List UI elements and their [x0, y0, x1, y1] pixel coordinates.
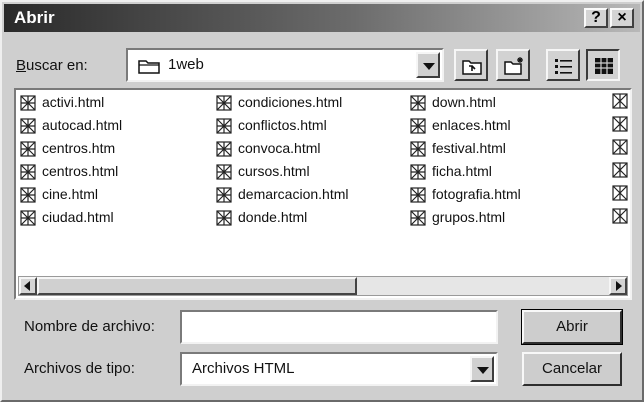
- file-column-4-cropped: [612, 90, 630, 280]
- file-name: ficha.html: [432, 163, 492, 179]
- html-file-icon: [20, 118, 36, 134]
- html-file-icon: [20, 95, 36, 111]
- look-in-combobox[interactable]: 1web: [126, 48, 444, 82]
- scroll-right-button[interactable]: [609, 277, 627, 295]
- file-list[interactable]: activi.html autocad.html centros.htm centro…: [14, 88, 632, 300]
- file-name: condiciones.html: [238, 94, 343, 110]
- filetype-label: Archivos de tipo:: [24, 360, 135, 377]
- html-file-icon: [20, 164, 36, 180]
- file-name: fotografia.html: [432, 186, 521, 202]
- html-file-icon: [410, 187, 426, 203]
- look-in-value: 1web: [168, 56, 204, 73]
- cancel-button[interactable]: Cancelar: [522, 352, 622, 386]
- file-name: activi.html: [42, 94, 105, 110]
- close-button[interactable]: ×: [610, 8, 634, 28]
- window-title: Abrir: [14, 8, 55, 27]
- file-name: centros.html: [42, 163, 119, 179]
- list-view-icon: [555, 59, 572, 74]
- up-one-level-button[interactable]: [454, 49, 488, 81]
- title-bar: Abrir ? ×: [4, 4, 640, 32]
- html-file-icon: [612, 93, 628, 224]
- scrollbar-thumb[interactable]: [37, 277, 357, 295]
- look-in-dropdown-button[interactable]: [416, 52, 440, 78]
- file-name: autocad.html: [42, 117, 123, 133]
- filetype-dropdown-button[interactable]: [470, 356, 494, 382]
- html-file-icon: [20, 141, 36, 157]
- html-file-icon: [410, 164, 426, 180]
- file-name: cursos.html: [238, 163, 310, 179]
- html-file-icon: [216, 187, 232, 203]
- list-view-button[interactable]: [546, 49, 580, 81]
- details-view-button[interactable]: [586, 49, 620, 81]
- open-button[interactable]: Abrir: [521, 309, 623, 345]
- filetype-combobox[interactable]: Archivos HTML: [180, 352, 498, 386]
- file-name: conflictos.html: [238, 117, 327, 133]
- file-name: grupos.html: [432, 209, 506, 225]
- arrow-left-icon: [24, 281, 30, 291]
- filename-input[interactable]: [180, 310, 498, 344]
- file-name: demarcacion.html: [238, 186, 349, 202]
- new-folder-button[interactable]: [496, 49, 530, 81]
- look-in-label-text: uscar en:: [26, 57, 88, 74]
- file-name: down.html: [432, 94, 496, 110]
- help-button[interactable]: ?: [584, 8, 608, 28]
- html-file-icon: [216, 210, 232, 226]
- open-dialog: Abrir ? × Buscar en: 1web activi.html au…: [0, 0, 644, 402]
- html-file-icon: [410, 141, 426, 157]
- html-file-icon: [410, 95, 426, 111]
- file-name: enlaces.html: [432, 117, 511, 133]
- html-file-icon: [20, 187, 36, 203]
- file-name: cine.html: [42, 186, 99, 202]
- file-name: convoca.html: [238, 140, 321, 156]
- html-file-icon: [410, 118, 426, 134]
- new-folder-icon: [504, 57, 523, 75]
- filename-label: Nombre de archivo:: [24, 318, 155, 335]
- scroll-left-button[interactable]: [19, 277, 37, 295]
- file-name: centros.htm: [42, 140, 116, 156]
- arrow-right-icon: [616, 281, 622, 291]
- horizontal-scrollbar[interactable]: [18, 276, 628, 296]
- filetype-value: Archivos HTML: [192, 360, 295, 377]
- html-file-icon: [216, 118, 232, 134]
- details-view-icon: [595, 58, 613, 74]
- filename-label-text: Nombre de archivo:: [24, 318, 155, 335]
- file-name: ciudad.html: [42, 209, 114, 225]
- file-name: donde.html: [238, 209, 308, 225]
- folder-icon: [138, 60, 160, 74]
- html-file-icon: [216, 95, 232, 111]
- html-file-icon: [216, 164, 232, 180]
- html-file-icon: [216, 141, 232, 157]
- html-file-icon: [410, 210, 426, 226]
- file-name: festival.html: [432, 140, 506, 156]
- up-one-level-icon: [462, 60, 482, 75]
- look-in-label: Buscar en:: [16, 57, 88, 74]
- html-file-icon: [20, 210, 36, 226]
